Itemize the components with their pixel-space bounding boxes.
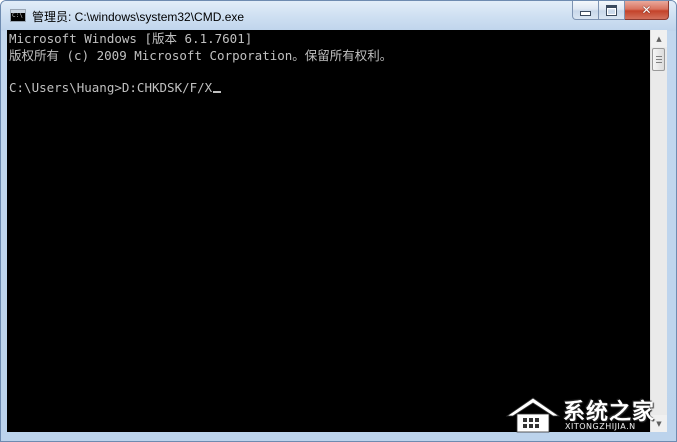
- console-output[interactable]: Microsoft Windows [版本 6.1.7601] 版权所有 (c)…: [7, 30, 650, 432]
- up-arrow-icon: ▲: [656, 34, 662, 43]
- watermark-subtext: XITONGZHIJIA.N: [565, 422, 636, 431]
- window-title: 管理员: C:\windows\system32\CMD.exe: [32, 10, 245, 24]
- text-cursor: [213, 91, 222, 93]
- grip-line: [656, 62, 662, 63]
- close-icon: ✕: [641, 3, 652, 17]
- caption-buttons: ✕: [572, 1, 669, 20]
- scroll-up-button[interactable]: ▲: [651, 30, 667, 47]
- cmd-icon-text: C:\: [12, 12, 23, 19]
- command-input[interactable]: C:\Users\Huang>D:CHKDSK/F/X: [9, 80, 212, 95]
- console-line: Microsoft Windows [版本 6.1.7601]: [9, 31, 253, 46]
- grip-line: [656, 59, 662, 60]
- close-button[interactable]: ✕: [625, 1, 669, 20]
- maximize-button[interactable]: [599, 1, 625, 20]
- minimize-button[interactable]: [572, 1, 599, 20]
- maximize-icon: [606, 4, 617, 16]
- title-bar[interactable]: C:\ 管理员: C:\windows\system32\CMD.exe ✕: [1, 1, 676, 31]
- vertical-scrollbar[interactable]: ▲ ▼: [650, 30, 667, 432]
- cmd-icon[interactable]: C:\: [10, 9, 26, 22]
- watermark: 系统之家 XITONGZHIJIA.N: [503, 392, 673, 440]
- house-logo-icon: [505, 397, 561, 433]
- scroll-thumb[interactable]: [652, 48, 665, 71]
- console-prompt-line[interactable]: C:\Users\Huang>D:CHKDSK/F/X: [9, 80, 222, 95]
- grip-line: [656, 56, 662, 57]
- console-line: 版权所有 (c) 2009 Microsoft Corporation。保留所有…: [9, 48, 393, 63]
- minimize-icon: [580, 10, 591, 16]
